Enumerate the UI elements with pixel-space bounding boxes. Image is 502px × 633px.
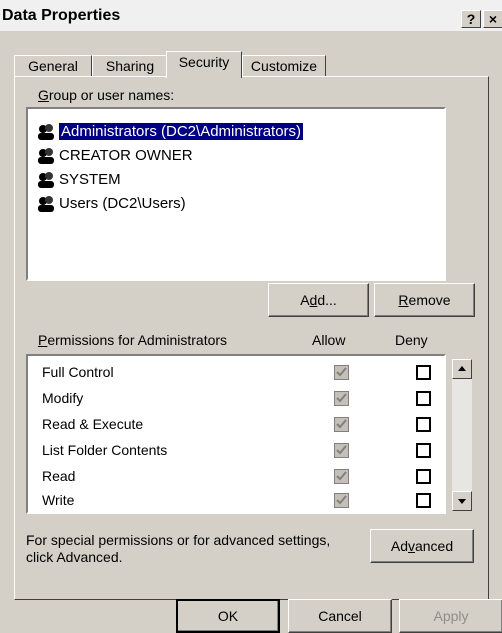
scroll-down-icon[interactable] (452, 491, 472, 511)
permission-row: Read (28, 464, 431, 490)
permission-name: List Folder Contents (42, 442, 168, 458)
tab-sharing[interactable]: Sharing (92, 55, 168, 77)
ok-button[interactable]: OK (176, 599, 280, 633)
tab-security[interactable]: Security (166, 51, 242, 78)
permission-row: Modify (28, 386, 431, 412)
permission-name: Full Control (42, 364, 114, 380)
permissions-scrollbar[interactable] (452, 359, 472, 511)
advanced-button[interactable]: Advanced (370, 529, 474, 563)
permission-row: Read & Execute (28, 412, 431, 438)
permissions-list: Full Control Modify Read & Execute List … (26, 354, 446, 514)
deny-checkbox[interactable] (416, 365, 431, 380)
allow-checkbox[interactable] (334, 365, 349, 380)
deny-checkbox[interactable] (416, 391, 431, 406)
deny-checkbox[interactable] (416, 493, 431, 508)
permission-name: Read & Execute (42, 416, 144, 432)
help-button[interactable]: ? (461, 10, 481, 28)
list-item[interactable]: SYSTEM (36, 169, 121, 191)
apply-button[interactable]: Apply (399, 599, 502, 633)
deny-checkbox[interactable] (416, 469, 431, 484)
permission-row: List Folder Contents (28, 438, 431, 464)
list-item[interactable]: Users (DC2\Users) (36, 193, 186, 215)
deny-checkbox[interactable] (416, 417, 431, 432)
users-group-icon (36, 147, 56, 165)
allow-checkbox[interactable] (334, 417, 349, 432)
permission-row: Write (28, 488, 431, 514)
permission-name: Write (42, 492, 75, 508)
permission-name: Read (42, 468, 76, 484)
tab-customize[interactable]: Customize (242, 55, 326, 77)
allow-checkbox[interactable] (334, 493, 349, 508)
allow-header: Allow (312, 332, 346, 348)
list-item[interactable]: Administrators (DC2\Administrators) (36, 121, 304, 143)
deny-header: Deny (395, 332, 428, 348)
list-item[interactable]: CREATOR OWNER (36, 145, 193, 167)
add-button[interactable]: Add... (268, 283, 369, 317)
close-button[interactable]: × (483, 10, 502, 28)
allow-checkbox[interactable] (334, 469, 349, 484)
permissions-label: Permissions for Administrators (38, 332, 228, 348)
allow-checkbox[interactable] (334, 443, 349, 458)
remove-button[interactable]: Remove (374, 283, 475, 317)
deny-checkbox[interactable] (416, 443, 431, 458)
permission-name: Modify (42, 390, 84, 406)
permission-row: Full Control (28, 360, 431, 386)
cancel-button[interactable]: Cancel (288, 599, 392, 633)
window-title: Data Properties (2, 7, 121, 24)
title-bar: Data Properties ? × (0, 0, 502, 31)
users-group-icon (36, 123, 56, 141)
advanced-description: For special permissions or for advanced … (26, 532, 331, 565)
users-group-icon (36, 171, 56, 189)
user-list[interactable]: Administrators (DC2\Administrators) CREA… (26, 107, 446, 281)
users-group-icon (36, 195, 56, 213)
allow-checkbox[interactable] (334, 391, 349, 406)
scroll-up-icon[interactable] (452, 359, 472, 379)
group-or-user-names-label: Group or user names: (38, 87, 175, 103)
tab-general[interactable]: General (14, 55, 92, 77)
